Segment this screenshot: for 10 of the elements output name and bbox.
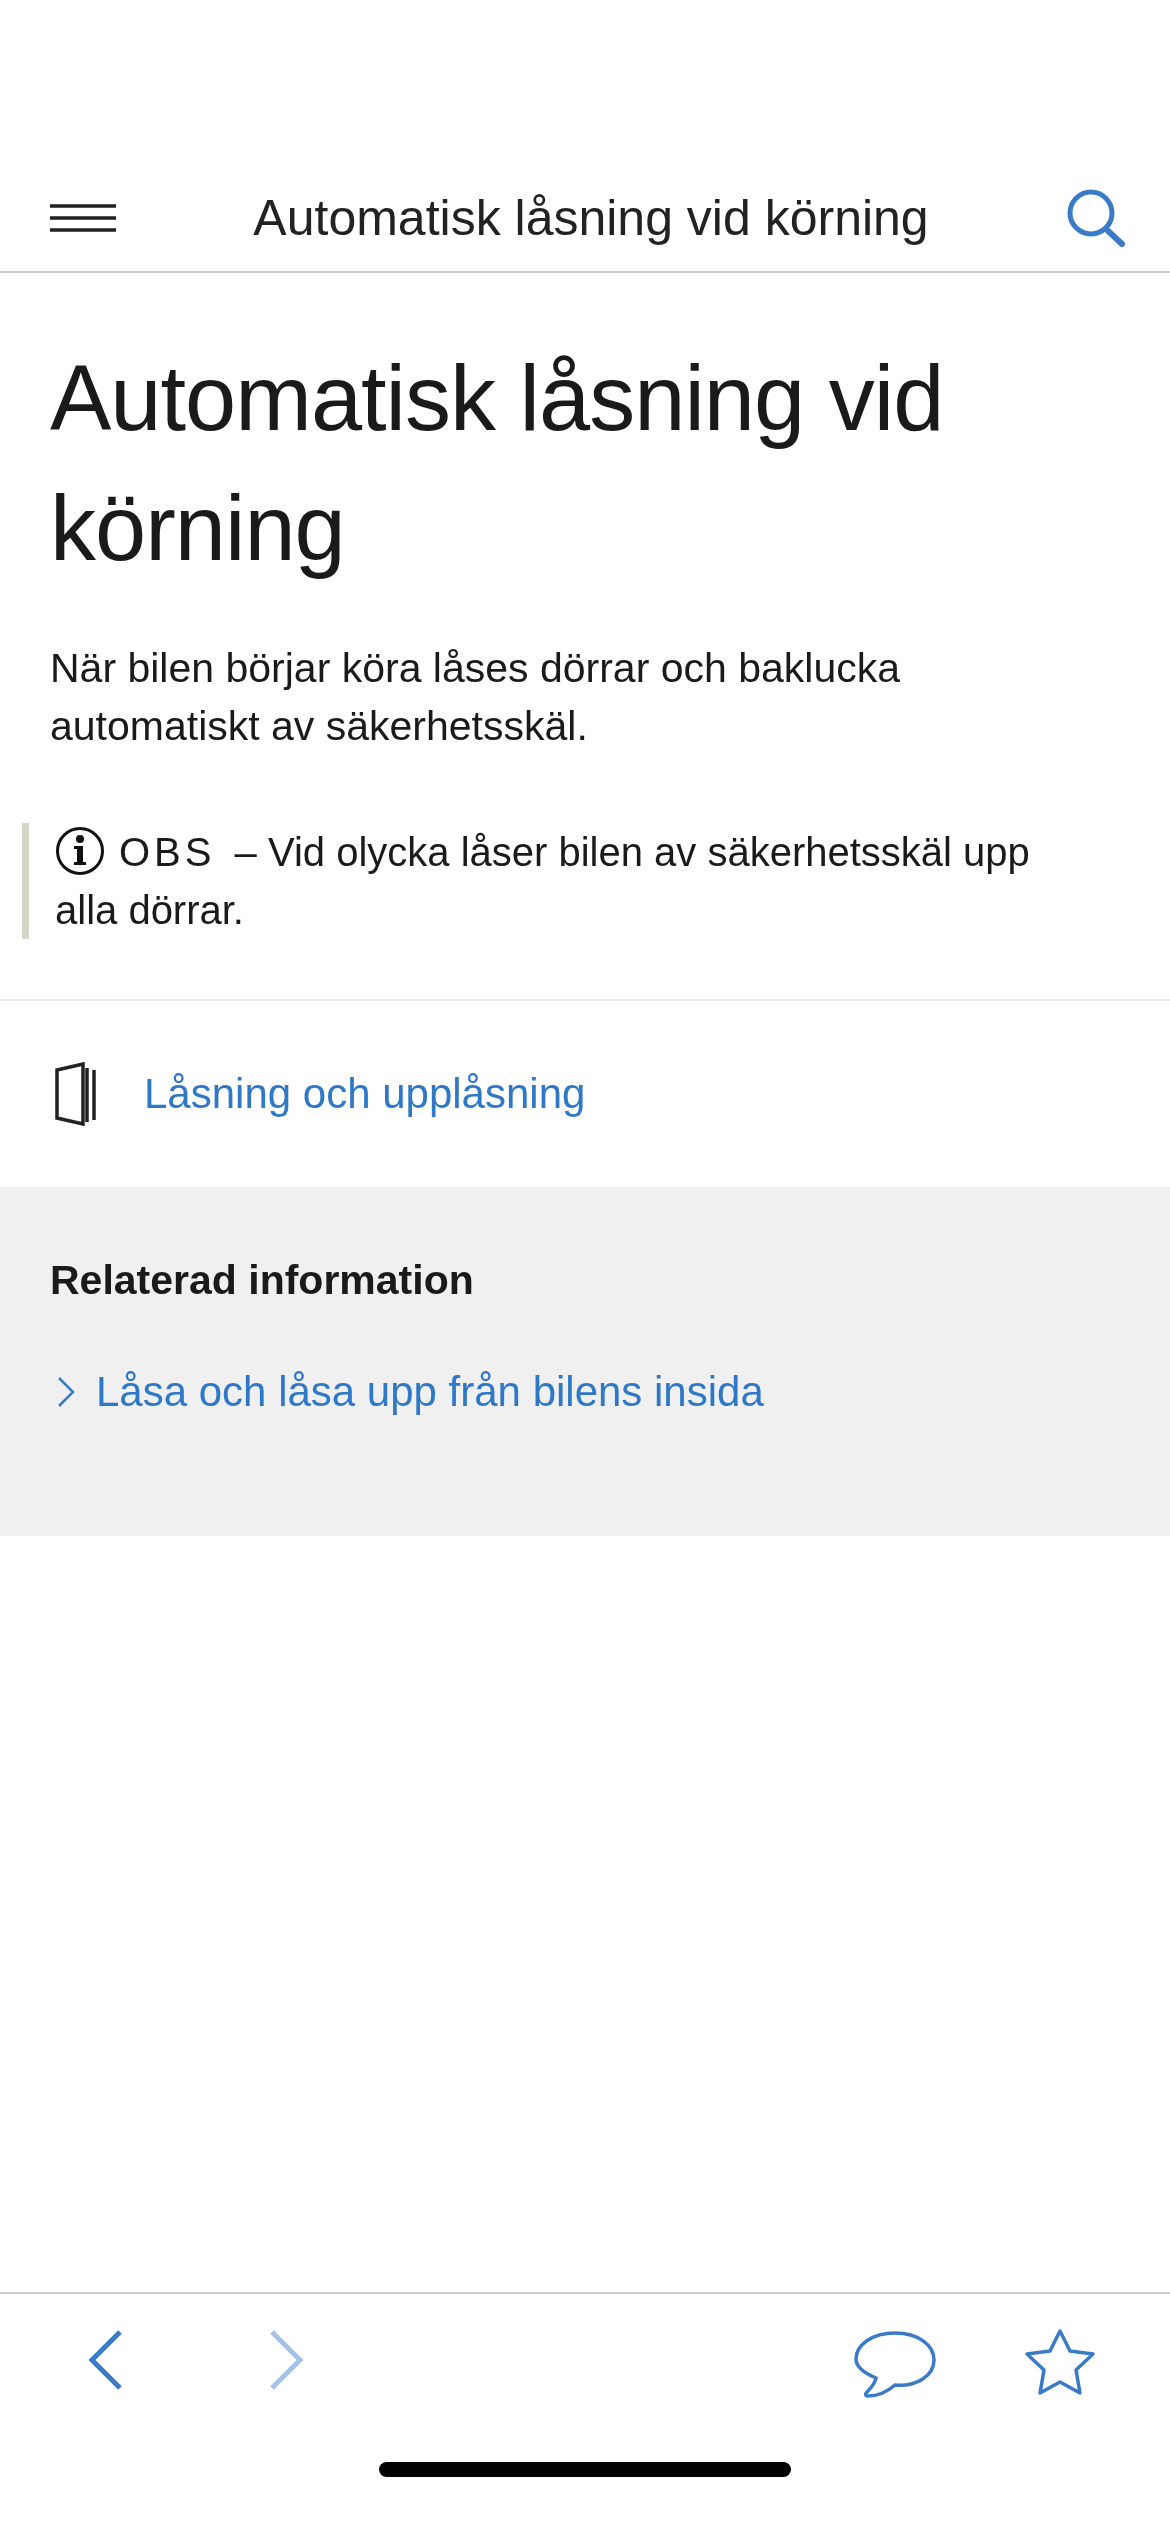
related-link[interactable]: Låsa och låsa upp från bilens insida [56,1368,764,1416]
article-title: Automatisk låsning vid körning [50,346,945,581]
page-title: Automatisk låsning vid körning [252,189,930,247]
info-icon [55,826,105,876]
related-heading: Relaterad information [50,1257,475,1304]
menu-icon[interactable] [48,203,118,233]
chevron-icon [56,1375,76,1409]
article-text: När bilen börjar köra låses dörrar och baklucka automatiskt av säkerhetsskäl. [50,644,901,751]
topic-link[interactable]: Låsning och upplåsning [144,1070,586,1118]
note-text: OBS – Vid olycka låser bilen av säkerhetsskäl upp alla dörrar. [55,823,1095,939]
